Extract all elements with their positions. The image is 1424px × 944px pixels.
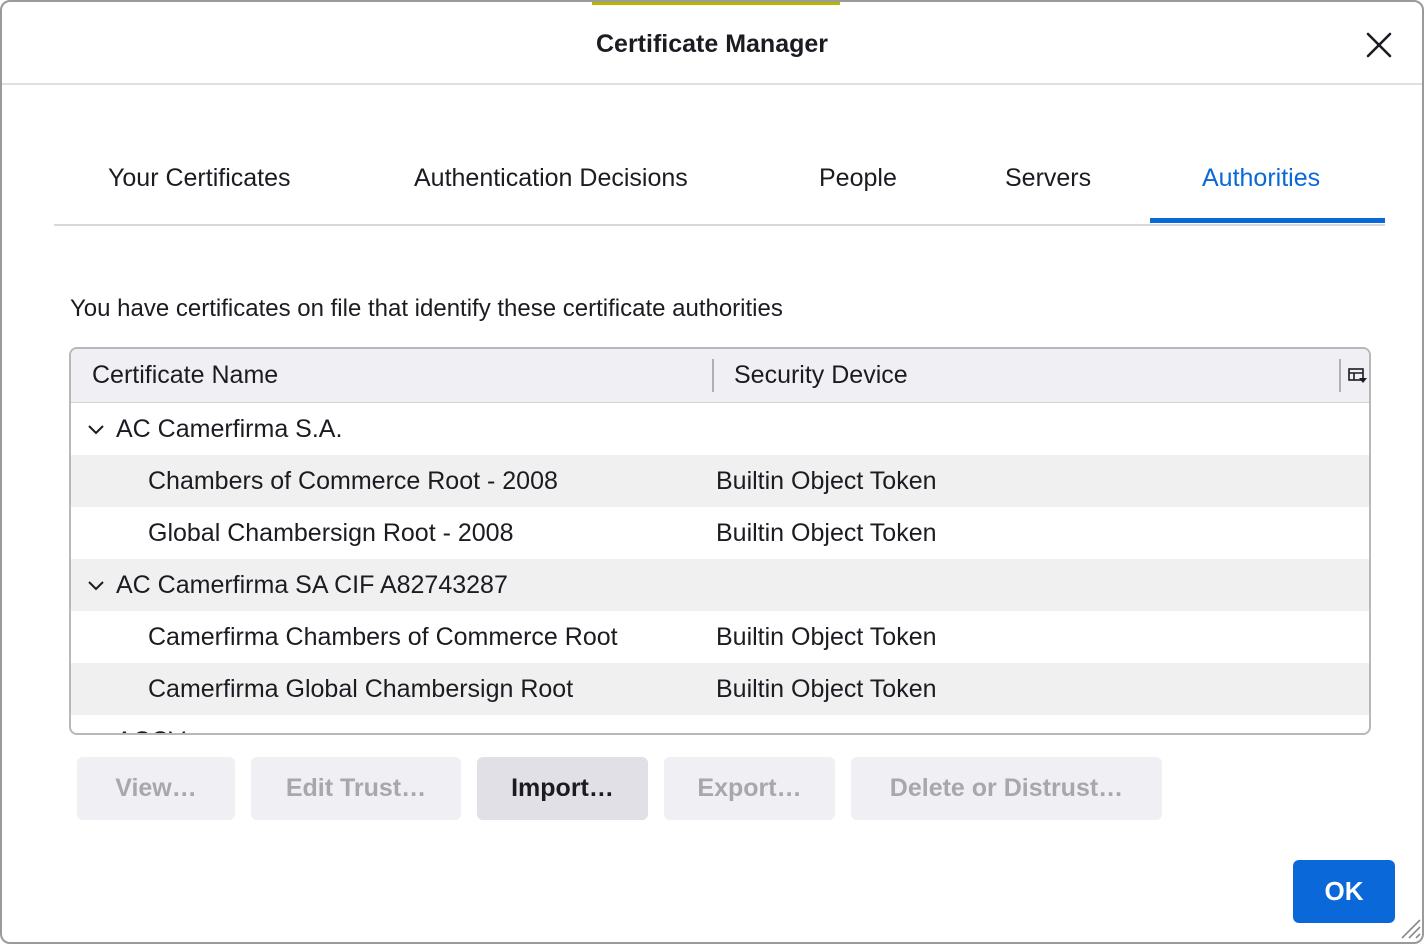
tab-authorities[interactable]: Authorities: [1202, 164, 1320, 193]
security-device: Builtin Object Token: [716, 467, 937, 495]
certificate-name: Global Chambersign Root - 2008: [148, 519, 514, 547]
security-device: Builtin Object Token: [716, 519, 937, 547]
chevron-down-icon[interactable]: [85, 730, 107, 733]
certificate-name: Camerfirma Chambers of Commerce Root: [148, 623, 618, 651]
tree-group-row[interactable]: AC Camerfirma SA CIF A82743287: [71, 559, 1369, 611]
security-device: Builtin Object Token: [716, 675, 937, 703]
tab-your-certificates[interactable]: Your Certificates: [108, 164, 291, 193]
close-icon[interactable]: [1358, 24, 1400, 66]
column-divider[interactable]: [712, 359, 714, 392]
description-text: You have certificates on file that ident…: [70, 295, 783, 322]
tab-authentication-decisions[interactable]: Authentication Decisions: [414, 164, 688, 193]
column-header-security-device[interactable]: Security Device: [734, 361, 908, 390]
column-divider[interactable]: [1339, 359, 1341, 392]
tree-group-row[interactable]: AC Camerfirma S.A.: [71, 403, 1369, 455]
tree-cert-row[interactable]: Global Chambersign Root - 2008 Builtin O…: [71, 507, 1369, 559]
certificate-name: Chambers of Commerce Root - 2008: [148, 467, 558, 495]
tab-servers[interactable]: Servers: [1005, 164, 1091, 193]
certificate-tree[interactable]: Certificate Name Security Device AC Came…: [69, 347, 1371, 735]
view-button[interactable]: View…: [77, 757, 235, 820]
security-device: Builtin Object Token: [716, 623, 937, 651]
group-label: AC Camerfirma SA CIF A82743287: [116, 571, 508, 599]
delete-or-distrust-button[interactable]: Delete or Distrust…: [851, 757, 1162, 820]
chevron-down-icon[interactable]: [85, 574, 107, 596]
tree-cert-row[interactable]: Camerfirma Chambers of Commerce Root Bui…: [71, 611, 1369, 663]
selected-tab-indicator: [1150, 218, 1385, 223]
titlebar: Certificate Manager: [2, 2, 1422, 85]
column-header-certificate-name[interactable]: Certificate Name: [92, 361, 278, 390]
group-label: ACCV: [116, 727, 185, 733]
column-picker-icon[interactable]: [1343, 361, 1369, 391]
tab-bar: Your Certificates Authentication Decisio…: [54, 144, 1385, 226]
import-button[interactable]: Import…: [477, 757, 648, 820]
chevron-down-icon[interactable]: [85, 418, 107, 440]
tree-cert-row[interactable]: Camerfirma Global Chambersign Root Built…: [71, 663, 1369, 715]
resize-grip-icon[interactable]: [1396, 914, 1422, 940]
tab-people[interactable]: People: [819, 164, 897, 193]
ok-button[interactable]: OK: [1293, 860, 1395, 923]
group-label: AC Camerfirma S.A.: [116, 415, 343, 443]
tree-rows: AC Camerfirma S.A. Chambers of Commerce …: [71, 403, 1369, 733]
edit-trust-button[interactable]: Edit Trust…: [251, 757, 461, 820]
tree-group-row[interactable]: ACCV: [71, 715, 1369, 733]
tree-cert-row[interactable]: Chambers of Commerce Root - 2008 Builtin…: [71, 455, 1369, 507]
certificate-name: Camerfirma Global Chambersign Root: [148, 675, 574, 703]
export-button[interactable]: Export…: [664, 757, 835, 820]
dialog-title: Certificate Manager: [595, 30, 829, 58]
certificate-manager-dialog: Certificate Manager Your Certificates Au…: [0, 0, 1424, 944]
tree-header: Certificate Name Security Device: [71, 349, 1369, 403]
